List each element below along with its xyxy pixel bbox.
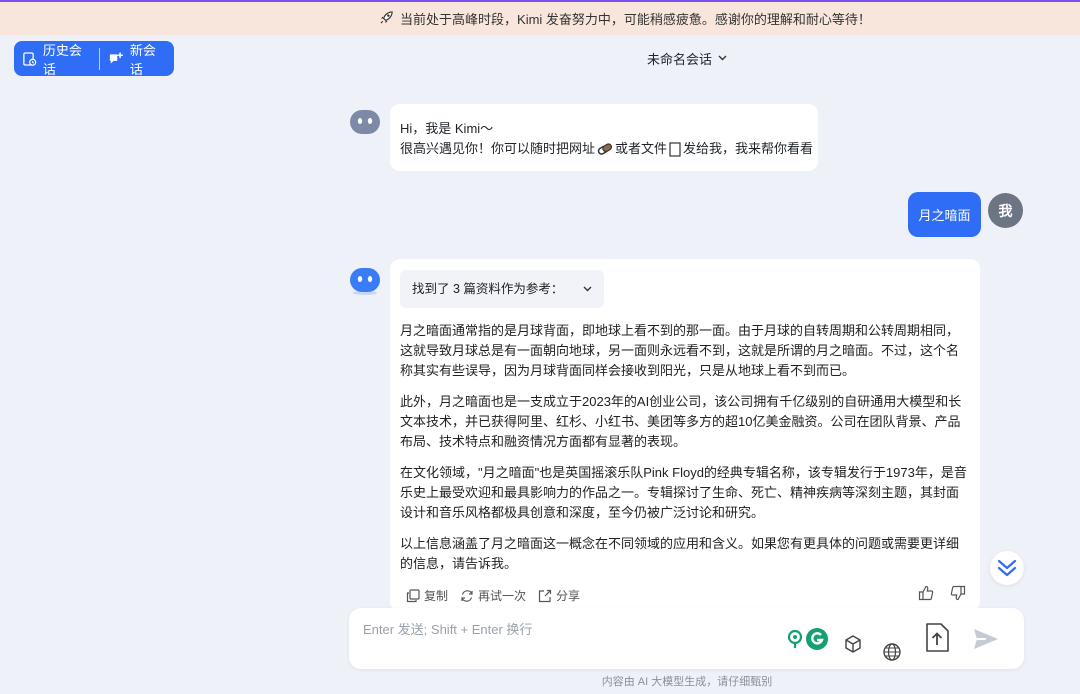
kimi-avatar-icon [349, 106, 381, 138]
globe-icon[interactable] [880, 640, 904, 664]
history-button[interactable]: 历史会话 [14, 41, 99, 77]
rocket-icon [379, 10, 394, 28]
new-chat-label: 新会话 [129, 42, 156, 77]
answer-paragraph: 月之暗面通常指的是月球背面，即地球上看不到的那一面。由于月球的自转周期和公转周期… [400, 323, 960, 378]
copy-icon [406, 589, 420, 603]
chat-input-box [349, 608, 1024, 669]
double-chevron-down-icon [997, 559, 1017, 577]
new-chat-icon [109, 52, 123, 64]
history-icon [23, 51, 37, 66]
references-toggle[interactable]: 找到了 3 篇资料作为参考： [400, 270, 604, 308]
conversation-title[interactable]: 未命名会话 [647, 49, 727, 68]
upload-file-icon[interactable] [923, 622, 951, 654]
chevron-down-icon [583, 286, 592, 292]
retry-button[interactable]: 再试一次 [460, 586, 526, 606]
answer-paragraph: 以上信息涵盖了月之暗面这一概念在不同领域的应用和含义。如果您有更具体的问题或需要… [400, 536, 960, 571]
references-label: 找到了 3 篇资料作为参考： [412, 282, 564, 296]
session-buttons: 历史会话 新会话 [14, 41, 174, 77]
greeting-line-1: Hi，我是 Kimi～ [400, 121, 494, 136]
refresh-icon [461, 590, 473, 602]
scroll-to-bottom-button[interactable] [990, 551, 1024, 585]
copy-label: 复制 [424, 589, 449, 603]
chevron-down-icon [718, 53, 727, 64]
user-message: 月之暗面 [908, 192, 981, 237]
copy-button[interactable]: 复制 [406, 586, 448, 606]
peak-notice-banner: 当前处于高峰时段，Kimi 发奋努力中，可能稍感疲惫。感谢你的理解和耐心等待！ [0, 2, 1080, 35]
feedback-buttons [902, 585, 966, 601]
retry-label: 再试一次 [478, 589, 527, 603]
file-icon [669, 141, 681, 157]
user-message-text: 月之暗面 [918, 208, 971, 223]
new-chat-button[interactable]: 新会话 [100, 41, 174, 77]
share-label: 分享 [556, 589, 581, 603]
cube-icon[interactable] [841, 632, 865, 656]
share-button[interactable]: 分享 [538, 586, 580, 606]
user-avatar: 我 [988, 193, 1023, 228]
answer-paragraph: 此外，月之暗面也是一支成立于2023年的AI创业公司，该公司拥有千亿级别的自研通… [400, 394, 962, 449]
conversation-title-text: 未命名会话 [647, 52, 713, 67]
kimi-answer-avatar-icon [349, 265, 381, 297]
thumbs-up-icon[interactable] [918, 585, 934, 601]
answer-actions: 复制 再试一次 分享 [406, 586, 592, 606]
share-icon [538, 589, 552, 603]
message-input[interactable] [363, 622, 763, 637]
banner-text: 当前处于高峰时段，Kimi 发奋努力中，可能稍感疲惫。感谢你的理解和耐心等待！ [400, 12, 871, 27]
history-label: 历史会话 [42, 42, 82, 77]
answer-paragraph: 在文化领域，"月之暗面"也是英国摇滚乐队Pink Floyd的经典专辑名称，该专… [400, 465, 967, 520]
answer-message: 找到了 3 篇资料作为参考： 月之暗面通常指的是月球背面，即地球上看不到的那一面… [390, 259, 980, 611]
greeting-message: Hi，我是 Kimi～ 很高兴遇见你！你可以随时把网址 或者文件 发给我，我来帮… [390, 104, 818, 171]
ai-disclaimer: 内容由 AI 大模型生成，请仔细甄别 [601, 676, 773, 688]
greeting-line-2: 很高兴遇见你！你可以随时把网址 或者文件 发给我，我来帮你看看 [400, 141, 814, 157]
send-icon[interactable] [971, 625, 1001, 653]
link-icon [597, 143, 613, 155]
grammarly-icon[interactable] [785, 627, 831, 651]
thumbs-down-icon[interactable] [950, 585, 966, 601]
